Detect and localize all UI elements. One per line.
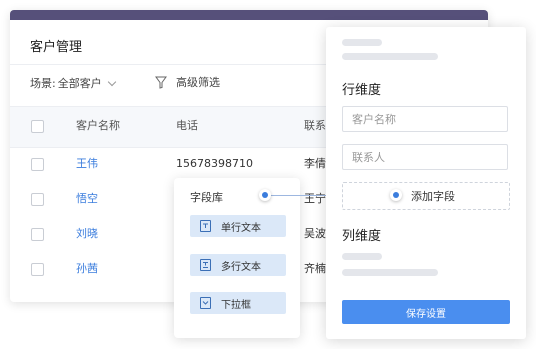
scene-select[interactable]: 全部客户 — [57, 75, 116, 91]
customer-contact: 齐楠 — [304, 262, 326, 275]
card-topbar — [10, 10, 488, 20]
field-item-label: 下拉框 — [221, 299, 251, 311]
customer-name-link[interactable]: 孙茜 — [76, 262, 98, 276]
field-library-panel: 字段库 单行文本 多行文本 下拉框 — [174, 178, 300, 338]
customer-contact: 吴波 — [304, 227, 326, 240]
column-header-contact: 联系 — [304, 119, 326, 132]
save-settings-button[interactable]: 保存设置 — [342, 300, 510, 324]
column-dimension-title: 列维度 — [342, 229, 382, 244]
filter-funnel-icon — [155, 76, 167, 89]
customer-contact: 李倩 — [304, 157, 326, 170]
customer-name-field[interactable]: 客户名称 — [342, 106, 508, 132]
dropdown-icon — [200, 297, 211, 309]
chevron-down-icon — [107, 77, 116, 86]
column-header-name: 客户名称 — [76, 119, 120, 132]
page-title: 客户管理 — [30, 40, 83, 55]
advanced-filter-label: 高级筛选 — [176, 76, 220, 89]
skeleton-line — [342, 253, 382, 260]
row-checkbox[interactable] — [31, 263, 44, 276]
field-item-dropdown[interactable]: 下拉框 — [190, 292, 286, 314]
multi-line-text-icon — [200, 259, 211, 271]
row-checkbox[interactable] — [31, 193, 44, 206]
row-checkbox[interactable] — [31, 158, 44, 171]
drag-handle-dot-end[interactable] — [390, 189, 402, 201]
stage: 客户管理 场景: 全部客户 高级筛选 客户名称 电话 联系 王伟 1567839… — [0, 0, 536, 349]
advanced-filter-button[interactable]: 高级筛选 — [155, 74, 220, 90]
skeleton-line — [342, 53, 438, 60]
column-header-phone: 电话 — [176, 119, 198, 132]
skeleton-line — [342, 269, 438, 276]
field-item-single-line-text[interactable]: 单行文本 — [190, 215, 286, 237]
field-item-multi-line-text[interactable]: 多行文本 — [190, 254, 286, 276]
add-field-label: 添加字段 — [411, 190, 455, 203]
customer-name-link[interactable]: 悟空 — [76, 192, 98, 206]
select-all-checkbox[interactable] — [31, 120, 44, 133]
skeleton-line — [342, 39, 382, 46]
customer-phone: 15678398710 — [176, 157, 253, 170]
scene-select-value: 全部客户 — [57, 77, 102, 90]
scene-filter: 场景: 全部客户 — [30, 74, 116, 92]
customer-name-link[interactable]: 刘晓 — [76, 227, 98, 241]
field-library-title: 字段库 — [190, 191, 223, 204]
field-item-label: 多行文本 — [221, 261, 261, 273]
field-item-label: 单行文本 — [221, 222, 261, 234]
contact-field[interactable]: 联系人 — [342, 144, 508, 170]
row-checkbox[interactable] — [31, 228, 44, 241]
single-line-text-icon — [200, 220, 211, 232]
customer-name-link[interactable]: 王伟 — [76, 157, 98, 171]
row-dimension-title: 行维度 — [342, 83, 382, 98]
add-field-dropzone[interactable]: 添加字段 — [342, 182, 510, 210]
drag-handle-dot-start[interactable] — [259, 189, 271, 201]
settings-panel: 行维度 客户名称 联系人 添加字段 列维度 保存设置 — [326, 27, 526, 339]
scene-label: 场景: — [30, 77, 56, 90]
